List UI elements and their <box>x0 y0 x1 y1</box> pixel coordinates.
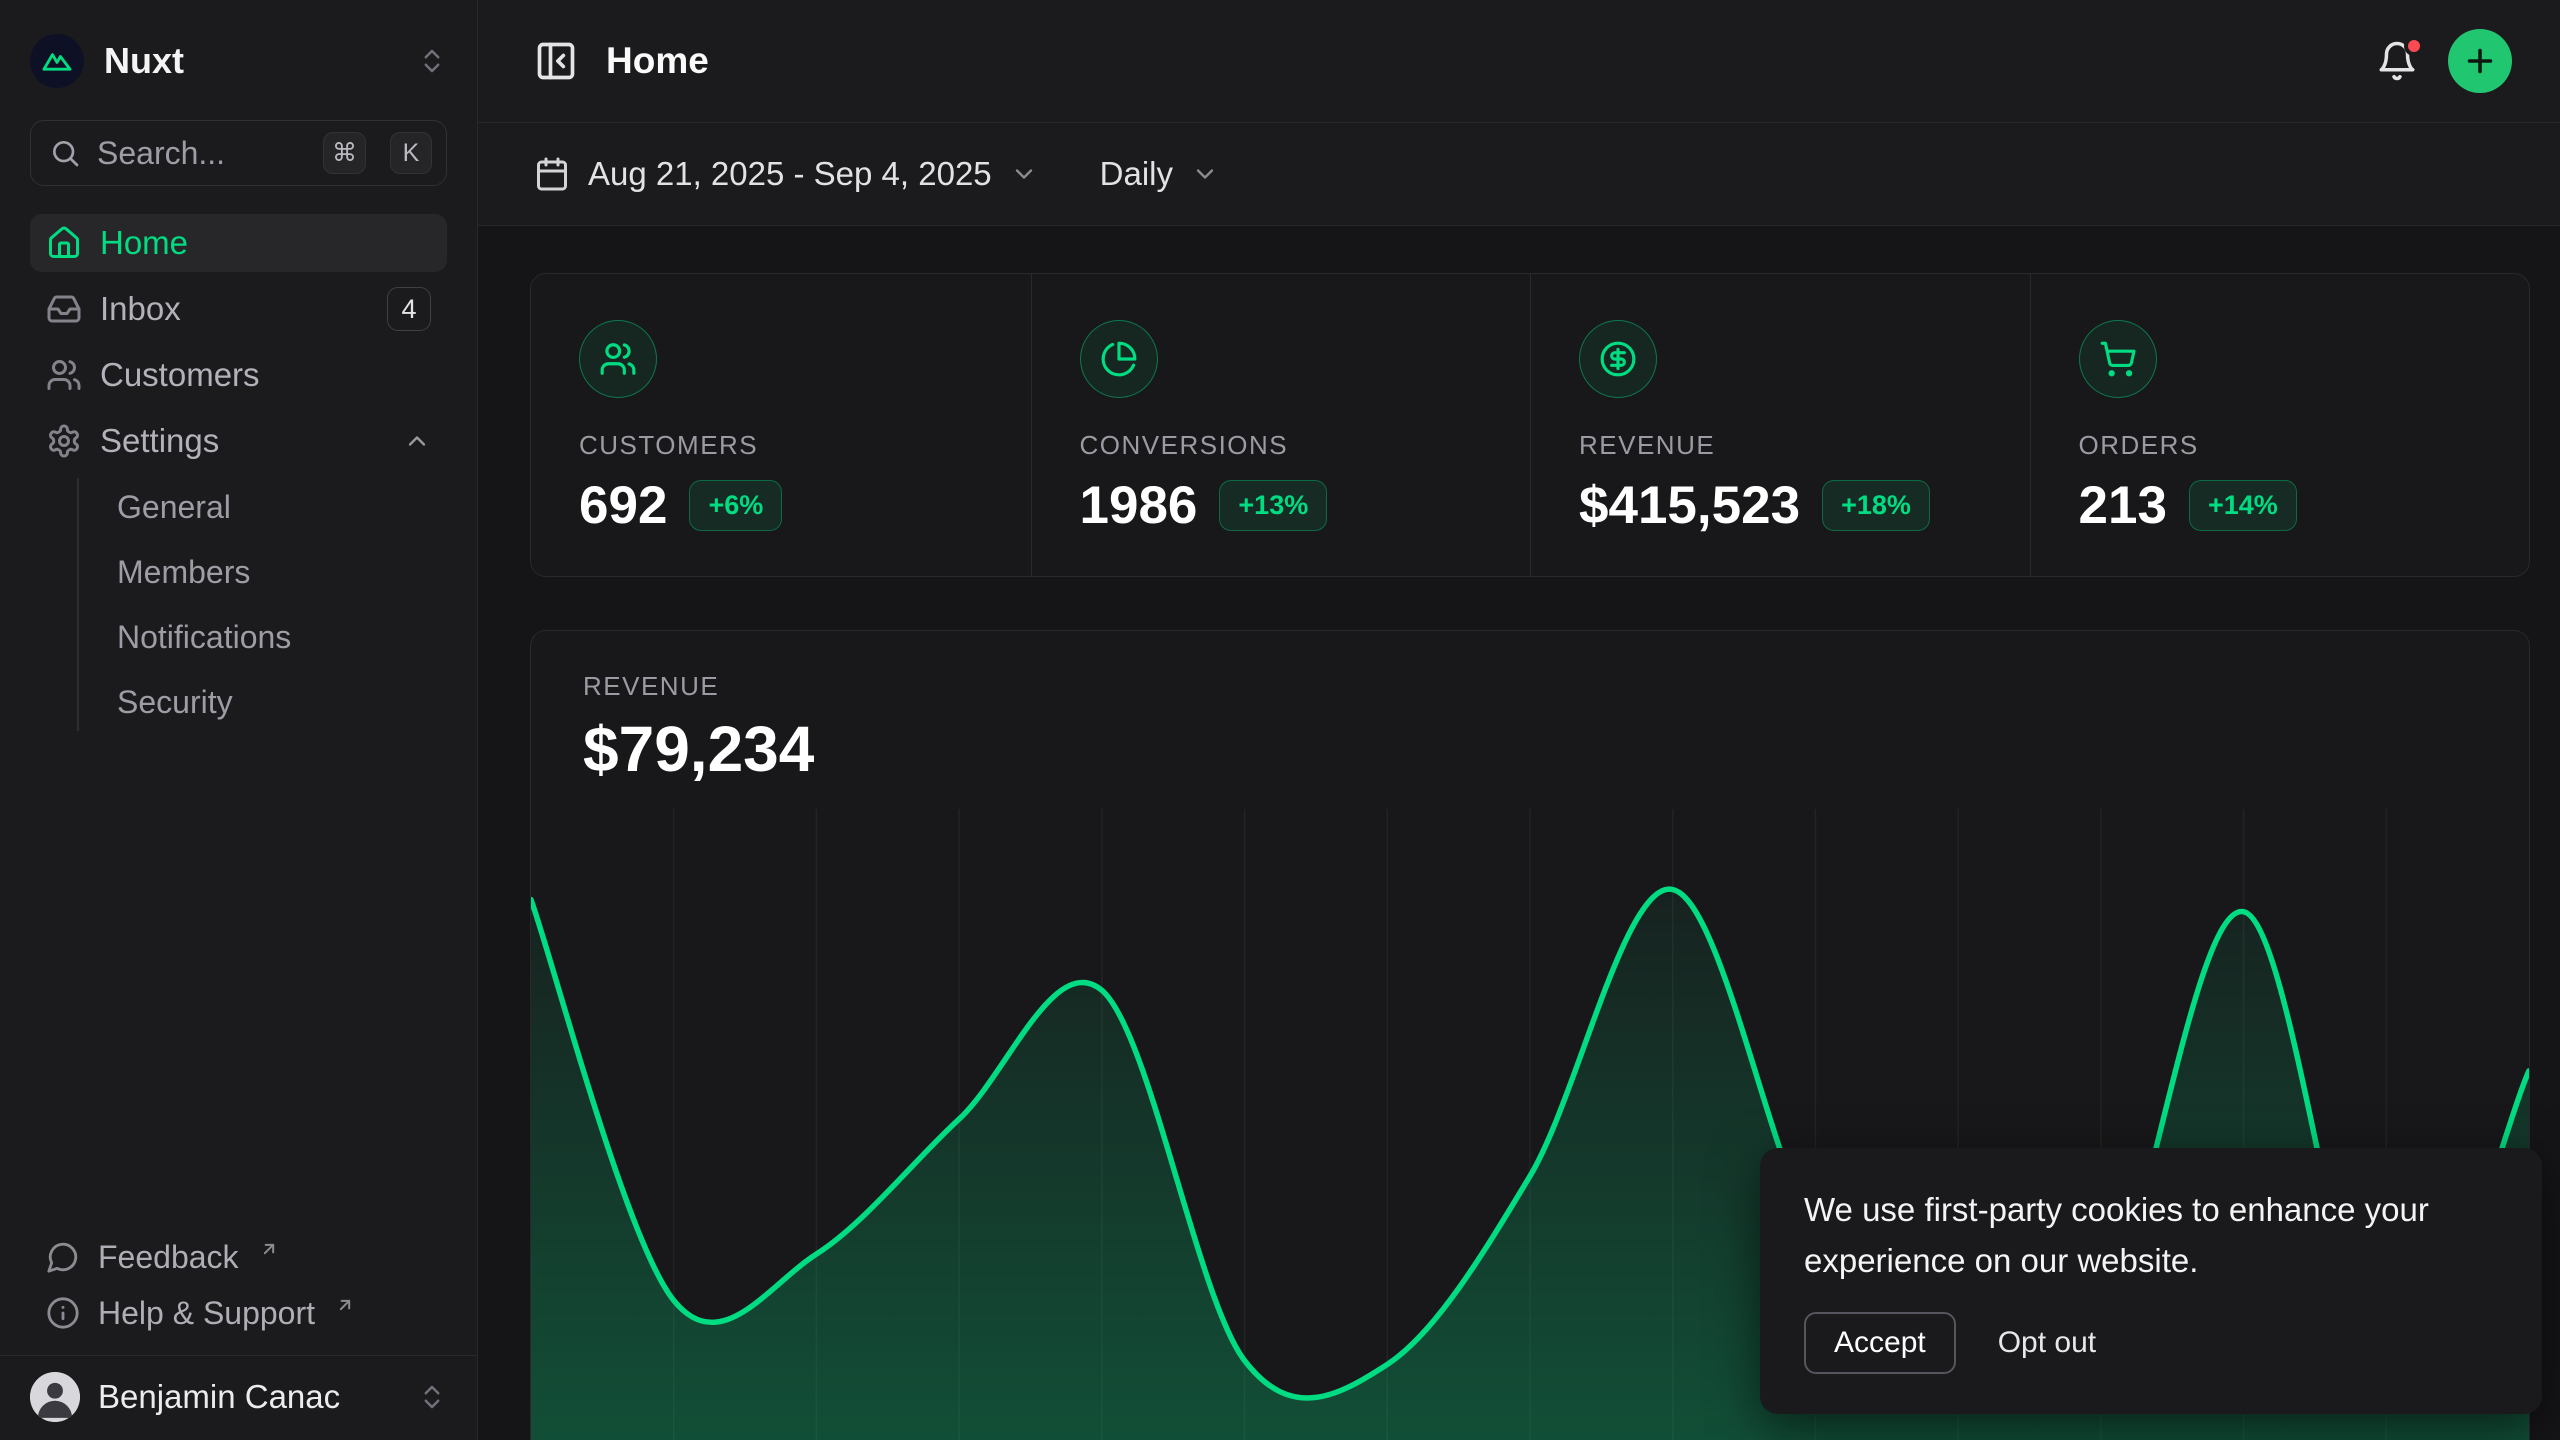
stat-card-conversions: CONVERSIONS 1986 +13% <box>1031 274 1531 577</box>
inbox-count-badge: 4 <box>387 287 431 331</box>
chart-current-value: $79,234 <box>583 713 2477 785</box>
sidebar-footer-links: Feedback Help & Support <box>30 1229 447 1341</box>
sidebar-item-home[interactable]: Home <box>30 214 447 272</box>
nuxt-logo-icon <box>30 34 84 88</box>
sidebar-item-inbox[interactable]: Inbox 4 <box>30 280 447 338</box>
chevrons-up-down-icon[interactable] <box>417 46 447 76</box>
stat-value: $415,523 <box>1579 475 1800 536</box>
user-menu[interactable]: Benjamin Canac <box>0 1356 477 1440</box>
message-circle-icon <box>46 1240 80 1274</box>
optout-cookies-button[interactable]: Opt out <box>1998 1326 2096 1360</box>
sidebar-item-label: Customers <box>100 356 260 394</box>
stat-card-revenue: REVENUE $415,523 +18% <box>1530 274 2030 577</box>
filters-toolbar: Aug 21, 2025 - Sep 4, 2025 Daily <box>478 123 2560 226</box>
stat-value: 213 <box>2079 475 2167 536</box>
sidebar-item-general[interactable]: General <box>79 478 447 536</box>
stat-change-badge: +18% <box>1822 480 1930 531</box>
dollar-circle-icon <box>1579 320 1657 398</box>
search-placeholder: Search... <box>97 135 307 172</box>
chart-title: REVENUE <box>583 671 2477 701</box>
date-range-picker[interactable]: Aug 21, 2025 - Sep 4, 2025 <box>534 155 1038 193</box>
kbd-k: K <box>390 132 432 174</box>
help-support-link[interactable]: Help & Support <box>30 1285 447 1341</box>
dashboard-app: Nuxt Search... ⌘ K Home <box>0 0 2560 1440</box>
feedback-link[interactable]: Feedback <box>30 1229 447 1285</box>
workspace-selector[interactable]: Nuxt <box>30 30 447 92</box>
plus-icon <box>2462 43 2498 79</box>
chevron-down-icon <box>1010 160 1038 188</box>
external-link-icon <box>259 1239 279 1259</box>
kbd-cmd: ⌘ <box>323 132 366 174</box>
sidebar-item-notifications[interactable]: Notifications <box>79 608 447 666</box>
cookie-banner: We use first-party cookies to enhance yo… <box>1760 1148 2542 1414</box>
sidebar-nav: Home Inbox 4 Customers Settings <box>30 214 447 738</box>
gear-icon <box>46 423 82 459</box>
pie-chart-icon <box>1080 320 1158 398</box>
stat-card-orders: ORDERS 213 +14% <box>2030 274 2530 577</box>
sidebar-item-label: Home <box>100 224 188 262</box>
accept-cookies-button[interactable]: Accept <box>1804 1312 1956 1374</box>
sidebar-item-security[interactable]: Security <box>79 673 447 731</box>
search-icon <box>49 137 81 169</box>
cookie-message: We use first-party cookies to enhance yo… <box>1804 1184 2464 1286</box>
date-range-value: Aug 21, 2025 - Sep 4, 2025 <box>588 155 992 193</box>
external-link-icon <box>335 1295 355 1315</box>
stat-label: REVENUE <box>1579 430 1982 461</box>
stats-cards: CUSTOMERS 692 +6% CONVERSIONS 1986 +13% <box>530 273 2530 577</box>
stat-card-customers: CUSTOMERS 692 +6% <box>531 274 1031 577</box>
page-header: Home <box>478 0 2560 123</box>
page-title: Home <box>606 40 709 82</box>
notification-dot <box>2404 36 2424 56</box>
users-icon <box>46 357 82 393</box>
stat-label: CONVERSIONS <box>1080 430 1483 461</box>
workspace-name: Nuxt <box>104 40 184 82</box>
help-support-label: Help & Support <box>98 1295 315 1332</box>
granularity-value: Daily <box>1100 155 1173 193</box>
sidebar-spacer <box>0 738 477 1229</box>
chevrons-up-down-icon <box>417 1382 447 1412</box>
stat-change-badge: +13% <box>1219 480 1327 531</box>
home-icon <box>46 225 82 261</box>
add-button[interactable] <box>2448 29 2512 93</box>
granularity-select[interactable]: Daily <box>1100 155 1219 193</box>
sidebar-item-members[interactable]: Members <box>79 543 447 601</box>
stat-change-badge: +6% <box>689 480 782 531</box>
settings-submenu: General Members Notifications Security <box>77 478 447 731</box>
calendar-icon <box>534 156 570 192</box>
stat-change-badge: +14% <box>2189 480 2297 531</box>
avatar <box>30 1372 80 1422</box>
shopping-cart-icon <box>2079 320 2157 398</box>
sidebar-item-label: Inbox <box>100 290 181 328</box>
sidebar: Nuxt Search... ⌘ K Home <box>0 0 478 1440</box>
sidebar-item-settings[interactable]: Settings <box>30 412 447 470</box>
collapse-sidebar-button[interactable] <box>534 39 578 83</box>
feedback-label: Feedback <box>98 1239 239 1276</box>
stat-value: 1986 <box>1080 475 1198 536</box>
notifications-button[interactable] <box>2376 40 2418 82</box>
stat-label: CUSTOMERS <box>579 430 983 461</box>
user-name: Benjamin Canac <box>98 1378 340 1416</box>
sidebar-item-label: Settings <box>100 422 219 460</box>
users-icon <box>579 320 657 398</box>
inbox-icon <box>46 291 82 327</box>
stat-label: ORDERS <box>2079 430 2482 461</box>
info-circle-icon <box>46 1296 80 1330</box>
stat-value: 692 <box>579 475 667 536</box>
chevron-down-icon <box>1191 160 1219 188</box>
chevron-up-icon <box>403 427 431 455</box>
sidebar-item-customers[interactable]: Customers <box>30 346 447 404</box>
search-input[interactable]: Search... ⌘ K <box>30 120 447 186</box>
